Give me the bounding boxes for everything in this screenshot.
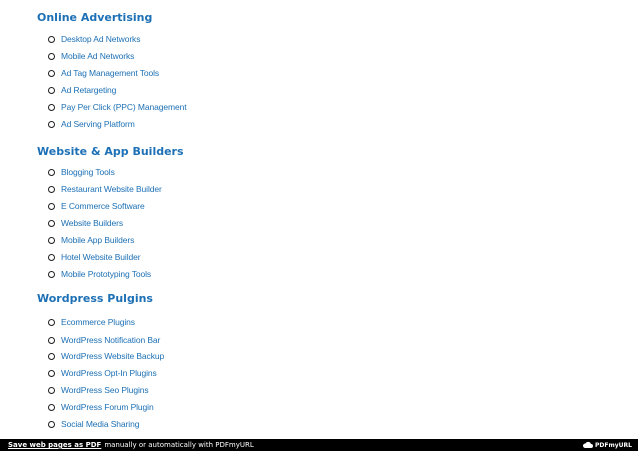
link-wordpress-notification-bar[interactable]: WordPress Notification Bar (61, 333, 160, 347)
list-item: Ecommerce Plugins (48, 315, 135, 329)
circle-bullet-icon (48, 253, 55, 261)
circle-bullet-icon (48, 202, 55, 210)
cloud-icon (583, 441, 594, 448)
link-ad-serving-platform[interactable]: Ad Serving Platform (61, 117, 135, 131)
list-item: Pay Per Click (PPC) Management (48, 100, 187, 114)
list-item: WordPress Notification Bar (48, 333, 160, 347)
footer-text: manually or automatically with PDFmyURL (104, 441, 254, 449)
list-item: Ad Tag Management Tools (48, 66, 159, 80)
link-social-media-sharing[interactable]: Social Media Sharing (61, 417, 139, 431)
circle-bullet-icon (48, 352, 55, 360)
circle-bullet-icon (48, 369, 55, 377)
link-website-builders[interactable]: Website Builders (61, 216, 123, 230)
list-item: E Commerce Software (48, 199, 145, 213)
circle-bullet-icon (48, 386, 55, 394)
circle-bullet-icon (48, 86, 55, 94)
circle-bullet-icon (48, 236, 55, 244)
list-item: WordPress Forum Plugin (48, 400, 154, 414)
list-item: Ad Serving Platform (48, 117, 135, 131)
circle-bullet-icon (48, 403, 55, 411)
list-item: Mobile Ad Networks (48, 49, 134, 63)
circle-bullet-icon (48, 219, 55, 227)
list-item: Mobile App Builders (48, 233, 134, 247)
link-wordpress-opt-in-plugins[interactable]: WordPress Opt-In Plugins (61, 366, 157, 380)
circle-bullet-icon (48, 185, 55, 193)
list-item: Desktop Ad Networks (48, 32, 140, 46)
link-wordpress-forum-plugin[interactable]: WordPress Forum Plugin (61, 400, 154, 414)
circle-bullet-icon (48, 35, 55, 43)
list-item: Hotel Website Builder (48, 250, 141, 264)
list-item: Mobile Prototyping Tools (48, 267, 151, 281)
link-ecommerce-software[interactable]: E Commerce Software (61, 199, 145, 213)
link-blogging-tools[interactable]: Blogging Tools (61, 165, 115, 179)
list-item: Website Builders (48, 216, 123, 230)
section-title: Wordpress Pulgins (37, 292, 153, 305)
circle-bullet-icon (48, 52, 55, 60)
link-mobile-app-builders[interactable]: Mobile App Builders (61, 233, 134, 247)
list-item: Restaurant Website Builder (48, 182, 162, 196)
circle-bullet-icon (48, 168, 55, 176)
circle-bullet-icon (48, 318, 55, 326)
list-item: WordPress Seo Plugins (48, 383, 149, 397)
circle-bullet-icon (48, 103, 55, 111)
circle-bullet-icon (48, 270, 55, 278)
footer-bar: Save web pages as PDF manually or automa… (0, 439, 638, 451)
pdfmyurl-logo[interactable]: PDFmyURL (583, 440, 632, 450)
save-as-pdf-link[interactable]: Save web pages as PDF (8, 441, 101, 449)
circle-bullet-icon (48, 69, 55, 77)
link-ecommerce-plugins[interactable]: Ecommerce Plugins (61, 315, 135, 329)
list-item: Blogging Tools (48, 165, 115, 179)
list-item: Ad Retargeting (48, 83, 116, 97)
link-desktop-ad-networks[interactable]: Desktop Ad Networks (61, 32, 140, 46)
link-restaurant-website-builder[interactable]: Restaurant Website Builder (61, 182, 162, 196)
link-hotel-website-builder[interactable]: Hotel Website Builder (61, 250, 141, 264)
list-item: WordPress Website Backup (48, 349, 164, 363)
link-ppc-management[interactable]: Pay Per Click (PPC) Management (61, 100, 187, 114)
link-wordpress-website-backup[interactable]: WordPress Website Backup (61, 349, 164, 363)
section-title: Website & App Builders (37, 145, 184, 158)
logo-text: PDFmyURL (595, 441, 632, 449)
link-wordpress-seo-plugins[interactable]: WordPress Seo Plugins (61, 383, 149, 397)
link-ad-retargeting[interactable]: Ad Retargeting (61, 83, 116, 97)
list-item: WordPress Opt-In Plugins (48, 366, 157, 380)
circle-bullet-icon (48, 120, 55, 128)
circle-bullet-icon (48, 336, 55, 344)
link-mobile-ad-networks[interactable]: Mobile Ad Networks (61, 49, 134, 63)
link-mobile-prototyping-tools[interactable]: Mobile Prototyping Tools (61, 267, 151, 281)
footer-left: Save web pages as PDF manually or automa… (8, 439, 254, 451)
link-ad-tag-management-tools[interactable]: Ad Tag Management Tools (61, 66, 159, 80)
list-item: Social Media Sharing (48, 417, 139, 431)
circle-bullet-icon (48, 420, 55, 428)
section-title: Online Advertising (37, 11, 153, 24)
